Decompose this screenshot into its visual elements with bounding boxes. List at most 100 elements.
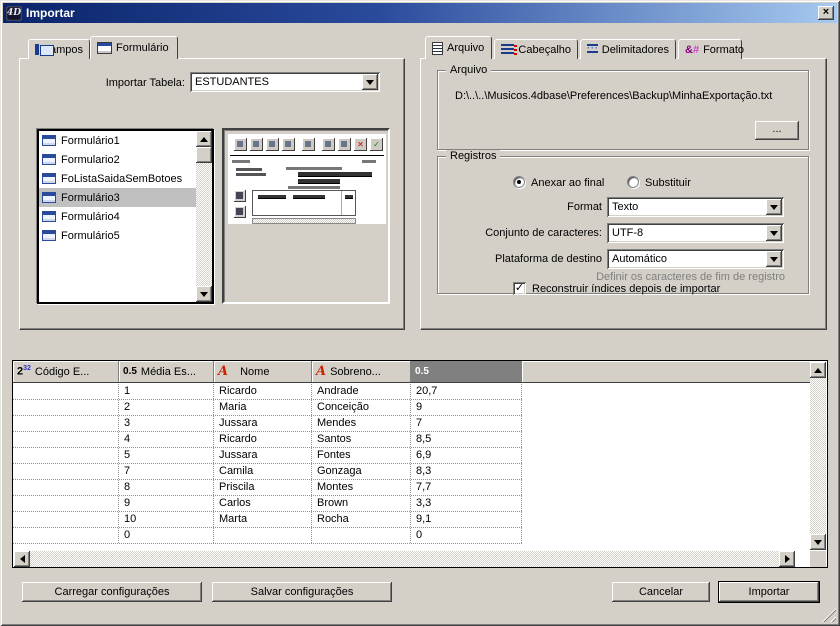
table-cell[interactable]: Conceição (312, 400, 411, 415)
table-cell[interactable]: 8 (119, 480, 214, 495)
table-cell[interactable]: 8,3 (411, 464, 522, 479)
table-cell[interactable]: Fontes (312, 448, 411, 463)
append-radio-label[interactable]: Anexar ao final (531, 177, 604, 189)
form-list-item[interactable]: FoListaSaidaSemBotoes (39, 169, 196, 188)
tab-cabecalho[interactable]: Cabeçalho (494, 39, 578, 59)
rebuild-indexes-label[interactable]: Reconstruir índices depois de importar (532, 283, 720, 295)
table-cell[interactable]: 0 (411, 528, 522, 543)
scrollbar-track[interactable] (196, 147, 212, 286)
form-list-scrollbar[interactable] (196, 131, 212, 302)
table-cell[interactable]: Brown (312, 496, 411, 511)
table-cell[interactable]: Ricardo (214, 384, 312, 399)
table-cell[interactable]: 9 (119, 496, 214, 511)
form-list-item[interactable]: Formulário3 (39, 188, 196, 207)
table-cell[interactable]: 7,7 (411, 480, 522, 495)
combo-dropdown-button[interactable] (766, 225, 782, 241)
combo-dropdown-button[interactable] (766, 251, 782, 267)
table-cell[interactable] (13, 512, 119, 527)
tab-formulario[interactable]: Formulário (90, 36, 178, 59)
table-cell[interactable]: 9,1 (411, 512, 522, 527)
table-cell[interactable] (13, 432, 119, 447)
form-list-item[interactable]: Formulário4 (39, 207, 196, 226)
scroll-left-button[interactable] (14, 551, 30, 567)
form-list-item[interactable]: Formulário1 (39, 131, 196, 150)
table-cell[interactable]: Gonzaga (312, 464, 411, 479)
tab-delimitadores[interactable]: Delimitadores (580, 39, 676, 59)
scroll-down-button[interactable] (196, 286, 212, 302)
combo-dropdown-button[interactable] (362, 74, 378, 90)
resize-grip[interactable] (822, 608, 836, 622)
scrollbar-track[interactable] (810, 378, 826, 534)
form-list-item[interactable]: Formulario2 (39, 150, 196, 169)
charset-combobox[interactable]: UTF-8 (607, 223, 784, 243)
table-cell[interactable] (13, 416, 119, 431)
table-cell[interactable]: 2 (119, 400, 214, 415)
table-cell[interactable]: Santos (312, 432, 411, 447)
table-cell[interactable]: 7 (411, 416, 522, 431)
table-cell[interactable]: Montes (312, 480, 411, 495)
table-cell[interactable] (13, 384, 119, 399)
tab-campos[interactable]: Campos (28, 39, 90, 59)
table-cell[interactable] (13, 528, 119, 543)
table-cell[interactable] (214, 528, 312, 543)
table-cell[interactable]: Maria (214, 400, 312, 415)
title-bar[interactable]: 4D Importar × (3, 3, 837, 23)
scrollbar-thumb[interactable] (196, 147, 212, 163)
table-vscrollbar[interactable] (810, 362, 826, 550)
load-settings-button[interactable]: Carregar configurações (22, 582, 202, 602)
import-button[interactable]: Importar (718, 581, 820, 603)
column-header-selected[interactable]: 0.5 (411, 361, 522, 382)
form-list-item[interactable]: Formulário5 (39, 226, 196, 245)
column-header-nome[interactable]: A Nome (214, 361, 312, 382)
column-header-media[interactable]: 0.5 Média Es... (119, 361, 214, 382)
table-cell[interactable] (13, 448, 119, 463)
scrollbar-track[interactable] (30, 551, 795, 567)
table-cell[interactable] (13, 400, 119, 415)
platform-combobox[interactable]: Automático (607, 249, 784, 269)
replace-radio-label[interactable]: Substituir (645, 177, 691, 189)
format-combobox[interactable]: Texto (607, 197, 784, 217)
table-cell[interactable]: 6,9 (411, 448, 522, 463)
scroll-down-button[interactable] (810, 534, 826, 550)
table-cell[interactable]: 10 (119, 512, 214, 527)
table-cell[interactable]: 3,3 (411, 496, 522, 511)
cancel-button[interactable]: Cancelar (612, 582, 710, 602)
table-cell[interactable]: Marta (214, 512, 312, 527)
table-cell[interactable]: 4 (119, 432, 214, 447)
rebuild-indexes-checkbox[interactable]: ✓ (513, 282, 526, 295)
table-cell[interactable]: Andrade (312, 384, 411, 399)
table-hscrollbar[interactable] (14, 551, 811, 567)
import-table-combobox[interactable]: ESTUDANTES (190, 72, 380, 92)
scroll-up-button[interactable] (196, 131, 212, 147)
table-cell[interactable]: 1 (119, 384, 214, 399)
browse-button[interactable]: ... (755, 121, 799, 140)
tab-arquivo[interactable]: Arquivo (425, 36, 492, 59)
column-header-sobrenome[interactable]: A Sobreno... (312, 361, 411, 382)
table-cell[interactable]: 8,5 (411, 432, 522, 447)
table-cell[interactable]: 0 (119, 528, 214, 543)
scroll-right-button[interactable] (779, 551, 795, 567)
table-cell[interactable]: 7 (119, 464, 214, 479)
append-radio[interactable] (513, 176, 525, 188)
table-cell[interactable]: Mendes (312, 416, 411, 431)
close-button[interactable]: × (818, 6, 834, 20)
save-settings-button[interactable]: Salvar configurações (212, 582, 392, 602)
replace-radio[interactable] (627, 176, 639, 188)
table-cell[interactable]: 20,7 (411, 384, 522, 399)
table-cell[interactable]: Jussara (214, 416, 312, 431)
tab-formato[interactable]: &# Formato (678, 39, 742, 59)
table-cell[interactable]: Jussara (214, 448, 312, 463)
combo-dropdown-button[interactable] (766, 199, 782, 215)
table-cell[interactable]: 3 (119, 416, 214, 431)
column-header-codigo[interactable]: 232 Código E... (13, 361, 119, 382)
table-cell[interactable]: 5 (119, 448, 214, 463)
scroll-up-button[interactable] (810, 362, 826, 378)
table-cell[interactable]: Ricardo (214, 432, 312, 447)
table-cell[interactable]: Priscila (214, 480, 312, 495)
table-cell[interactable]: Camila (214, 464, 312, 479)
table-cell[interactable] (312, 528, 411, 543)
table-cell[interactable] (13, 496, 119, 511)
table-cell[interactable] (13, 480, 119, 495)
table-cell[interactable]: Rocha (312, 512, 411, 527)
table-cell[interactable]: Carlos (214, 496, 312, 511)
